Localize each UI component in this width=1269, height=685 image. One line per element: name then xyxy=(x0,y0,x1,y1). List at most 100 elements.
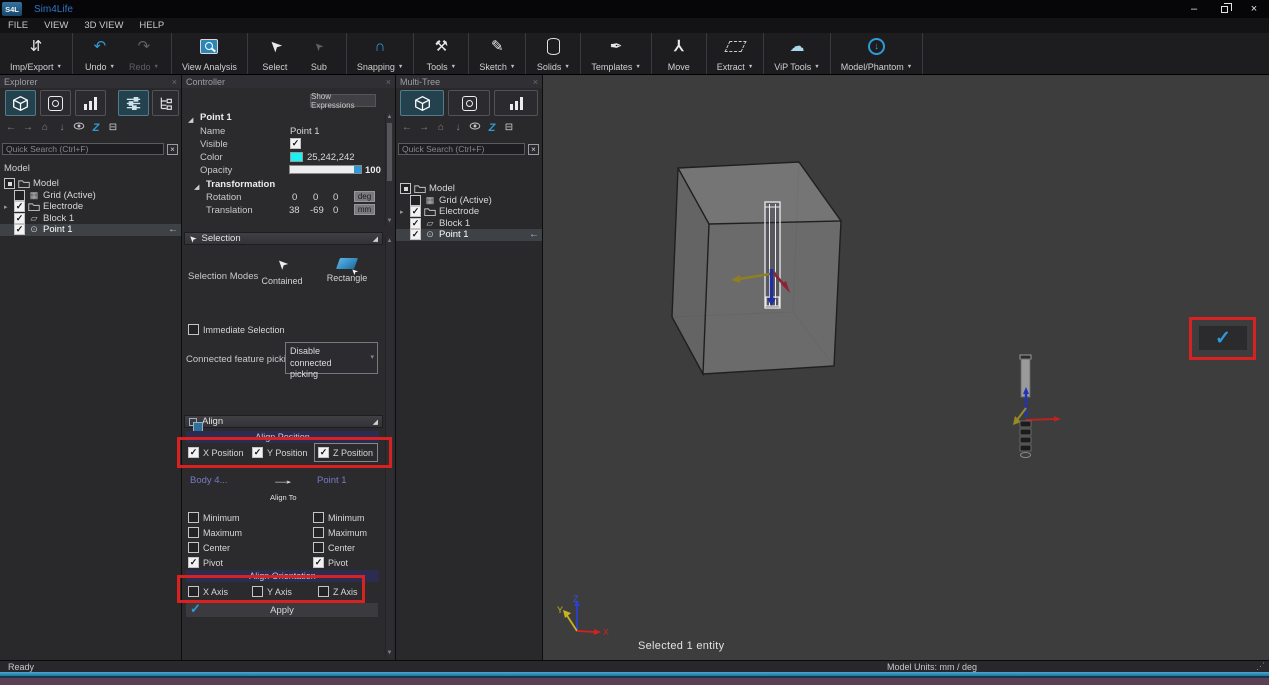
target-pivot-option[interactable]: Pivot xyxy=(313,557,348,568)
close-icon[interactable]: × xyxy=(172,77,177,87)
close-icon[interactable]: × xyxy=(533,77,538,87)
rotation-x[interactable]: 0 xyxy=(292,192,297,203)
align-section-header[interactable]: Align ◢ xyxy=(184,415,383,428)
menu-help[interactable]: HELP xyxy=(131,18,172,33)
menu-file[interactable]: FILE xyxy=(0,18,36,33)
visible-checkbox[interactable] xyxy=(290,138,301,149)
checkbox[interactable] xyxy=(410,195,421,206)
align-source-link[interactable]: Body 4... xyxy=(190,475,228,486)
templates-button[interactable]: ✒ Templates▼ xyxy=(586,33,645,74)
tree-row-block[interactable]: ▱ Block 1 xyxy=(0,213,181,225)
back-icon[interactable]: ← xyxy=(5,121,17,135)
checkbox[interactable] xyxy=(410,218,421,229)
checkbox[interactable] xyxy=(14,190,25,201)
contained-mode-button[interactable]: ➤ Contained xyxy=(258,256,306,286)
immediate-selection-checkbox[interactable] xyxy=(188,324,199,335)
rotation-unit-button[interactable]: deg xyxy=(354,191,375,202)
tab-analysis[interactable] xyxy=(494,90,538,116)
forward-icon[interactable]: → xyxy=(418,121,430,135)
tree-row-point[interactable]: ⊙ Point 1 ← xyxy=(396,229,542,241)
target-pivot-checkbox[interactable] xyxy=(313,557,324,568)
source-center-checkbox[interactable] xyxy=(188,542,199,553)
collapse-corner-icon[interactable]: ◢ xyxy=(373,418,378,426)
opacity-slider[interactable] xyxy=(289,165,362,174)
tree-row-model[interactable]: Model xyxy=(0,178,181,190)
tab-model[interactable] xyxy=(5,90,36,116)
tree-row-grid[interactable]: ▦ Grid (Active) xyxy=(0,190,181,202)
redo-button[interactable]: ↷ Redo▼ xyxy=(122,33,166,74)
target-minimum-option[interactable]: Minimum xyxy=(313,512,365,523)
tree-row-model[interactable]: Model xyxy=(396,183,542,195)
tree-row-block[interactable]: ▱ Block 1 xyxy=(396,218,542,230)
home-icon[interactable]: ⌂ xyxy=(435,121,447,135)
source-maximum-option[interactable]: Maximum xyxy=(188,527,242,538)
apply-button[interactable]: Apply xyxy=(186,603,378,617)
expander-icon[interactable]: ▸ xyxy=(400,208,404,216)
jump-to-icon[interactable]: ← xyxy=(529,229,539,240)
tree-row-point[interactable]: ⊙ Point 1 ← xyxy=(0,224,181,236)
snapping-button[interactable]: ∩ Snapping▼ xyxy=(352,33,409,74)
collapse-all-icon[interactable]: ⊟ xyxy=(107,121,119,135)
collapse-all-icon[interactable]: ⊟ xyxy=(503,121,515,135)
color-swatch[interactable] xyxy=(290,152,303,162)
name-value[interactable]: Point 1 xyxy=(290,126,320,137)
tab-model[interactable] xyxy=(400,90,444,116)
show-expressions-button[interactable]: Show Expressions xyxy=(310,94,376,107)
visibility-eye-icon[interactable] xyxy=(73,121,85,135)
vip-tools-button[interactable]: ☁ ViP Tools▼ xyxy=(769,33,824,74)
back-icon[interactable]: ← xyxy=(401,121,413,135)
checkbox[interactable] xyxy=(410,206,421,217)
tab-properties[interactable] xyxy=(118,90,149,116)
checkbox[interactable] xyxy=(14,213,25,224)
collapse-triangle-icon[interactable]: ◢ xyxy=(188,116,193,124)
resize-grip-icon[interactable]: ⋰ xyxy=(1256,661,1265,672)
selection-section-header[interactable]: ➤ Selection ◢ xyxy=(184,232,383,245)
restore-button[interactable] xyxy=(1209,0,1239,18)
collapse-triangle-icon[interactable]: ◢ xyxy=(194,183,199,191)
translation-y[interactable]: -69 xyxy=(310,205,324,216)
menu-3d-view[interactable]: 3D VIEW xyxy=(76,18,131,33)
target-maximum-option[interactable]: Maximum xyxy=(313,527,367,538)
target-maximum-checkbox[interactable] xyxy=(313,527,324,538)
home-icon[interactable]: ⌂ xyxy=(39,121,51,135)
close-icon[interactable]: × xyxy=(386,77,391,87)
sub-select-button[interactable]: ➤ Sub xyxy=(297,33,341,74)
color-value[interactable]: 25,242,242 xyxy=(307,152,355,163)
connected-picking-dropdown[interactable]: Disable connected picking xyxy=(285,342,378,374)
translation-z[interactable]: 0 xyxy=(333,205,338,216)
source-maximum-checkbox[interactable] xyxy=(188,527,199,538)
3d-viewport[interactable]: Z Y X Selected 1 entity ✓ xyxy=(543,75,1269,660)
checkbox[interactable] xyxy=(400,183,411,194)
tab-simulation[interactable] xyxy=(40,90,71,116)
rectangle-mode-button[interactable]: Rectangle xyxy=(323,258,371,283)
undo-button[interactable]: ↶ Undo▼ xyxy=(78,33,122,74)
tree-row-electrode[interactable]: ▸ Electrode xyxy=(0,201,181,213)
immediate-selection-option[interactable]: Immediate Selection xyxy=(188,324,285,335)
clear-search-icon[interactable]: × xyxy=(167,144,178,155)
source-pivot-option[interactable]: Pivot xyxy=(188,557,223,568)
down-arrow-icon[interactable]: ↓ xyxy=(56,121,68,135)
sketch-button[interactable]: ✎ Sketch▼ xyxy=(474,33,520,74)
properties-scrollbar[interactable]: ▲ ▼ xyxy=(385,113,393,225)
menu-view[interactable]: VIEW xyxy=(36,18,76,33)
translation-unit-button[interactable]: mm xyxy=(354,204,375,215)
clear-search-icon[interactable]: × xyxy=(528,144,539,155)
imp-export-button[interactable]: ⇵ Imp/Export▼ xyxy=(5,33,67,74)
solids-button[interactable]: Solids▼ xyxy=(531,33,575,74)
target-center-checkbox[interactable] xyxy=(313,542,324,553)
view-analysis-button[interactable]: View Analysis xyxy=(177,33,242,74)
checkbox[interactable] xyxy=(410,229,421,240)
quick-search-input[interactable] xyxy=(398,143,525,155)
checkbox[interactable] xyxy=(4,178,15,189)
translation-x[interactable]: 38 xyxy=(289,205,300,216)
tab-hierarchy[interactable] xyxy=(152,90,179,116)
slider-handle[interactable] xyxy=(354,166,361,173)
zoom-to-icon[interactable]: Z xyxy=(90,121,102,135)
expander-icon[interactable]: ▸ xyxy=(4,203,8,211)
target-center-option[interactable]: Center xyxy=(313,542,355,553)
extract-button[interactable]: Extract▼ xyxy=(712,33,758,74)
target-minimum-checkbox[interactable] xyxy=(313,512,324,523)
minimize-button[interactable]: – xyxy=(1179,0,1209,18)
source-minimum-option[interactable]: Minimum xyxy=(188,512,240,523)
tree-row-grid[interactable]: ▦ Grid (Active) xyxy=(396,195,542,207)
